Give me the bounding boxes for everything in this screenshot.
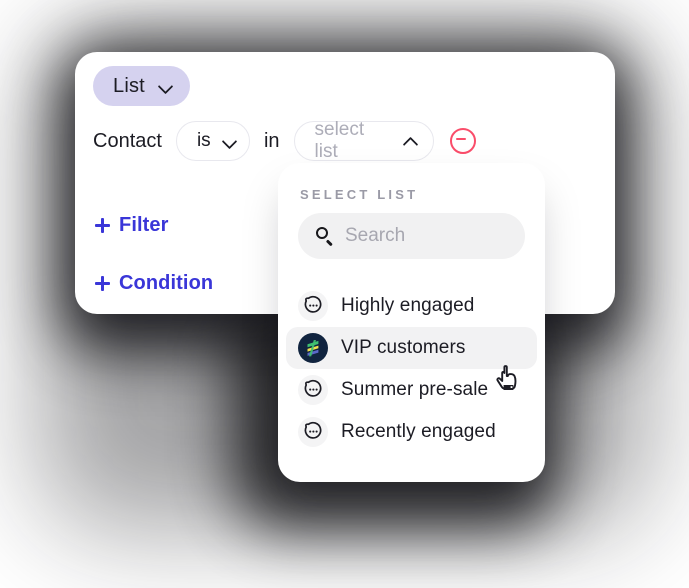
screenshot-root: List Contact is in select list Filter Co…: [0, 0, 689, 588]
chevron-down-icon: [223, 135, 233, 148]
condition-joiner-label: in: [263, 129, 280, 152]
chevron-up-icon: [404, 135, 417, 148]
operator-select[interactable]: is: [175, 121, 250, 161]
search-placeholder: Search: [345, 225, 406, 246]
select-list-dropdown: SELECT LIST Search Highly engaged VIP cu…: [278, 163, 545, 482]
pointing-hand-cursor: [494, 364, 520, 394]
brand-logo-icon: [298, 333, 328, 363]
list-item-label: Highly engaged: [341, 295, 475, 316]
condition-row: Contact is in select list: [93, 118, 593, 164]
add-filter-button[interactable]: Filter: [95, 214, 169, 237]
chat-bubble-icon: [298, 417, 328, 447]
add-condition-button[interactable]: Condition: [95, 272, 213, 295]
chevron-down-icon: [159, 80, 172, 93]
list-value-placeholder: select list: [314, 119, 365, 162]
list-value-select[interactable]: select list: [293, 119, 434, 162]
circle-minus-icon[interactable]: [449, 128, 476, 154]
add-condition-label: Condition: [119, 272, 214, 294]
search-input[interactable]: Search: [298, 213, 525, 259]
search-icon: [316, 226, 335, 246]
list-item[interactable]: Recently engaged: [286, 411, 537, 453]
list-item[interactable]: VIP customers: [286, 327, 537, 369]
dropdown-title: SELECT LIST: [300, 187, 419, 202]
chat-bubble-icon: [298, 291, 328, 321]
plus-icon: [95, 218, 110, 233]
list-item-label: VIP customers: [341, 337, 466, 358]
plus-icon: [95, 276, 110, 291]
filter-type-pill[interactable]: List: [93, 66, 190, 106]
operator-value: is: [196, 130, 211, 151]
condition-subject-label: Contact: [93, 129, 162, 152]
chat-bubble-icon: [298, 375, 328, 405]
list-item-label: Recently engaged: [341, 421, 496, 442]
filter-type-label: List: [113, 74, 145, 97]
list-item-label: Summer pre-sale: [341, 379, 489, 400]
add-filter-label: Filter: [119, 214, 169, 236]
list-item[interactable]: Highly engaged: [286, 285, 537, 327]
